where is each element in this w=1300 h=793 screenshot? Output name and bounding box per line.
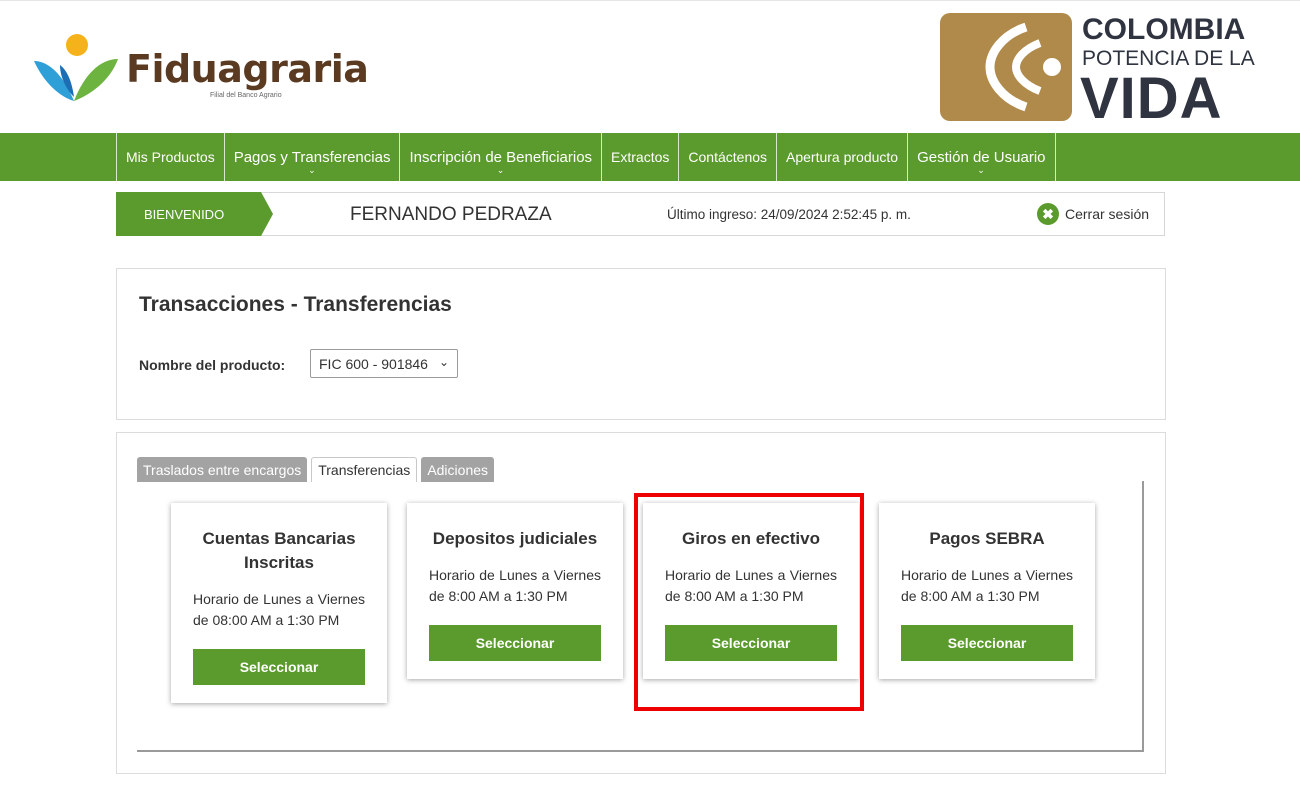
tab-transferencias[interactable]: Transferencias: [311, 457, 418, 482]
card-cuentas-bancarias: Cuentas Bancarias Inscritas Horario de L…: [171, 503, 387, 703]
transactions-panel: Transacciones - Transferencias Nombre de…: [116, 268, 1166, 420]
nav-item-pagos-transferencias[interactable]: Pagos y Transferencias ⌄: [225, 133, 401, 181]
nav-item-apertura-producto[interactable]: Apertura producto: [777, 133, 909, 181]
nav-item-mis-productos[interactable]: Mis Productos: [117, 133, 225, 181]
tab-label: Transferencias: [318, 462, 411, 478]
chevron-down-icon: ⌄: [496, 165, 505, 175]
nav-item-contactenos[interactable]: Contáctenos: [679, 133, 778, 181]
gov-title-vida: VIDA: [1080, 66, 1223, 131]
nav-item-extractos[interactable]: Extractos: [602, 133, 680, 181]
nav-item-label: Pagos y Transferencias: [233, 148, 391, 166]
tab-label: Adiciones: [427, 461, 489, 478]
product-select-value: FIC 600 - 901846: [319, 355, 428, 372]
card-schedule-text: Horario de Lunes a Viernes de 08:00 AM a…: [193, 591, 365, 628]
card-title: Pagos SEBRA: [929, 529, 1045, 548]
nav-item-label: Apertura producto: [786, 149, 899, 165]
chevron-down-icon: ⌄: [438, 355, 449, 369]
welcome-bar: BIENVENIDO FERNANDO PEDRAZA Último ingre…: [116, 192, 1165, 236]
nav-item-label: Mis Productos: [126, 149, 215, 165]
transfer-options-panel: Traslados entre encargos Transferencias …: [116, 432, 1166, 774]
card-pagos-sebra: Pagos SEBRA Horario de Lunes a Viernes d…: [879, 503, 1095, 679]
nav-item-label: Inscripción de Beneficiarios: [409, 148, 593, 166]
fiduagraria-logo[interactable]: Fiduagraria Filial del Banco Agrario: [30, 31, 370, 111]
page-title: Transacciones - Transferencias: [139, 293, 452, 316]
chevron-down-icon: ⌄: [308, 165, 316, 175]
close-circle-icon: ✖: [1037, 203, 1059, 225]
nav-item-label: Extractos: [611, 149, 670, 165]
fiduagraria-leaf-icon: [34, 34, 118, 101]
select-button[interactable]: Seleccionar: [429, 625, 601, 661]
gov-title-colombia: COLOMBIA: [1082, 13, 1246, 46]
last-login-text: Último ingreso: 24/09/2024 2:52:45 p. m.: [667, 207, 911, 222]
nav-item-label: Gestión de Usuario: [917, 148, 1046, 166]
nav-menu: Mis Productos Pagos y Transferencias ⌄ I…: [116, 133, 1056, 181]
tab-adiciones[interactable]: Adiciones: [421, 457, 495, 482]
logout-button[interactable]: ✖ Cerrar sesión: [1037, 203, 1149, 225]
user-name: FERNANDO PEDRAZA: [350, 204, 552, 225]
card-title: Depositos judiciales: [432, 529, 598, 548]
product-select[interactable]: FIC 600 - 901846 ⌄: [310, 349, 458, 378]
card-title: Cuentas Bancarias Inscritas: [202, 529, 356, 572]
nav-item-label: Contáctenos: [688, 149, 768, 165]
nav-item-gestion-usuario[interactable]: Gestión de Usuario ⌄: [908, 133, 1056, 181]
select-button[interactable]: Seleccionar: [665, 625, 837, 661]
chevron-down-icon: ⌄: [977, 165, 985, 175]
welcome-tag: BIENVENIDO: [116, 192, 273, 236]
nav-item-inscripcion-beneficiarios[interactable]: Inscripción de Beneficiarios ⌄: [400, 133, 603, 181]
page-header: Fiduagraria Filial del Banco Agrario COL…: [0, 0, 1300, 133]
colombia-government-logo: COLOMBIA POTENCIA DE LA VIDA: [940, 13, 1260, 131]
card-schedule-text: Horario de Lunes a Viernes de 8:00 AM a …: [901, 567, 1073, 604]
card-giros-efectivo: Giros en efectivo Horario de Lunes a Vie…: [643, 503, 859, 679]
card-schedule-text: Horario de Lunes a Viernes de 8:00 AM a …: [665, 567, 837, 604]
tab-label: Traslados entre encargos: [143, 461, 302, 478]
product-label: Nombre del producto:: [139, 357, 286, 373]
logout-label: Cerrar sesión: [1065, 206, 1150, 222]
main-navbar: Mis Productos Pagos y Transferencias ⌄ I…: [0, 133, 1300, 181]
tab-traslados[interactable]: Traslados entre encargos: [137, 457, 308, 482]
brand-name: Fiduagraria: [126, 47, 369, 91]
tab-bar: Traslados entre encargos Transferencias …: [137, 457, 495, 482]
card-depositos-judiciales: Depositos judiciales Horario de Lunes a …: [407, 503, 623, 679]
brand-tagline: Filial del Banco Agrario: [210, 92, 282, 99]
colombia-emblem-icon: [940, 13, 1072, 121]
select-button[interactable]: Seleccionar: [901, 625, 1073, 661]
card-schedule-text: Horario de Lunes a Viernes de 8:00 AM a …: [429, 567, 601, 604]
card-title: Giros en efectivo: [682, 529, 820, 548]
select-button[interactable]: Seleccionar: [193, 649, 365, 685]
